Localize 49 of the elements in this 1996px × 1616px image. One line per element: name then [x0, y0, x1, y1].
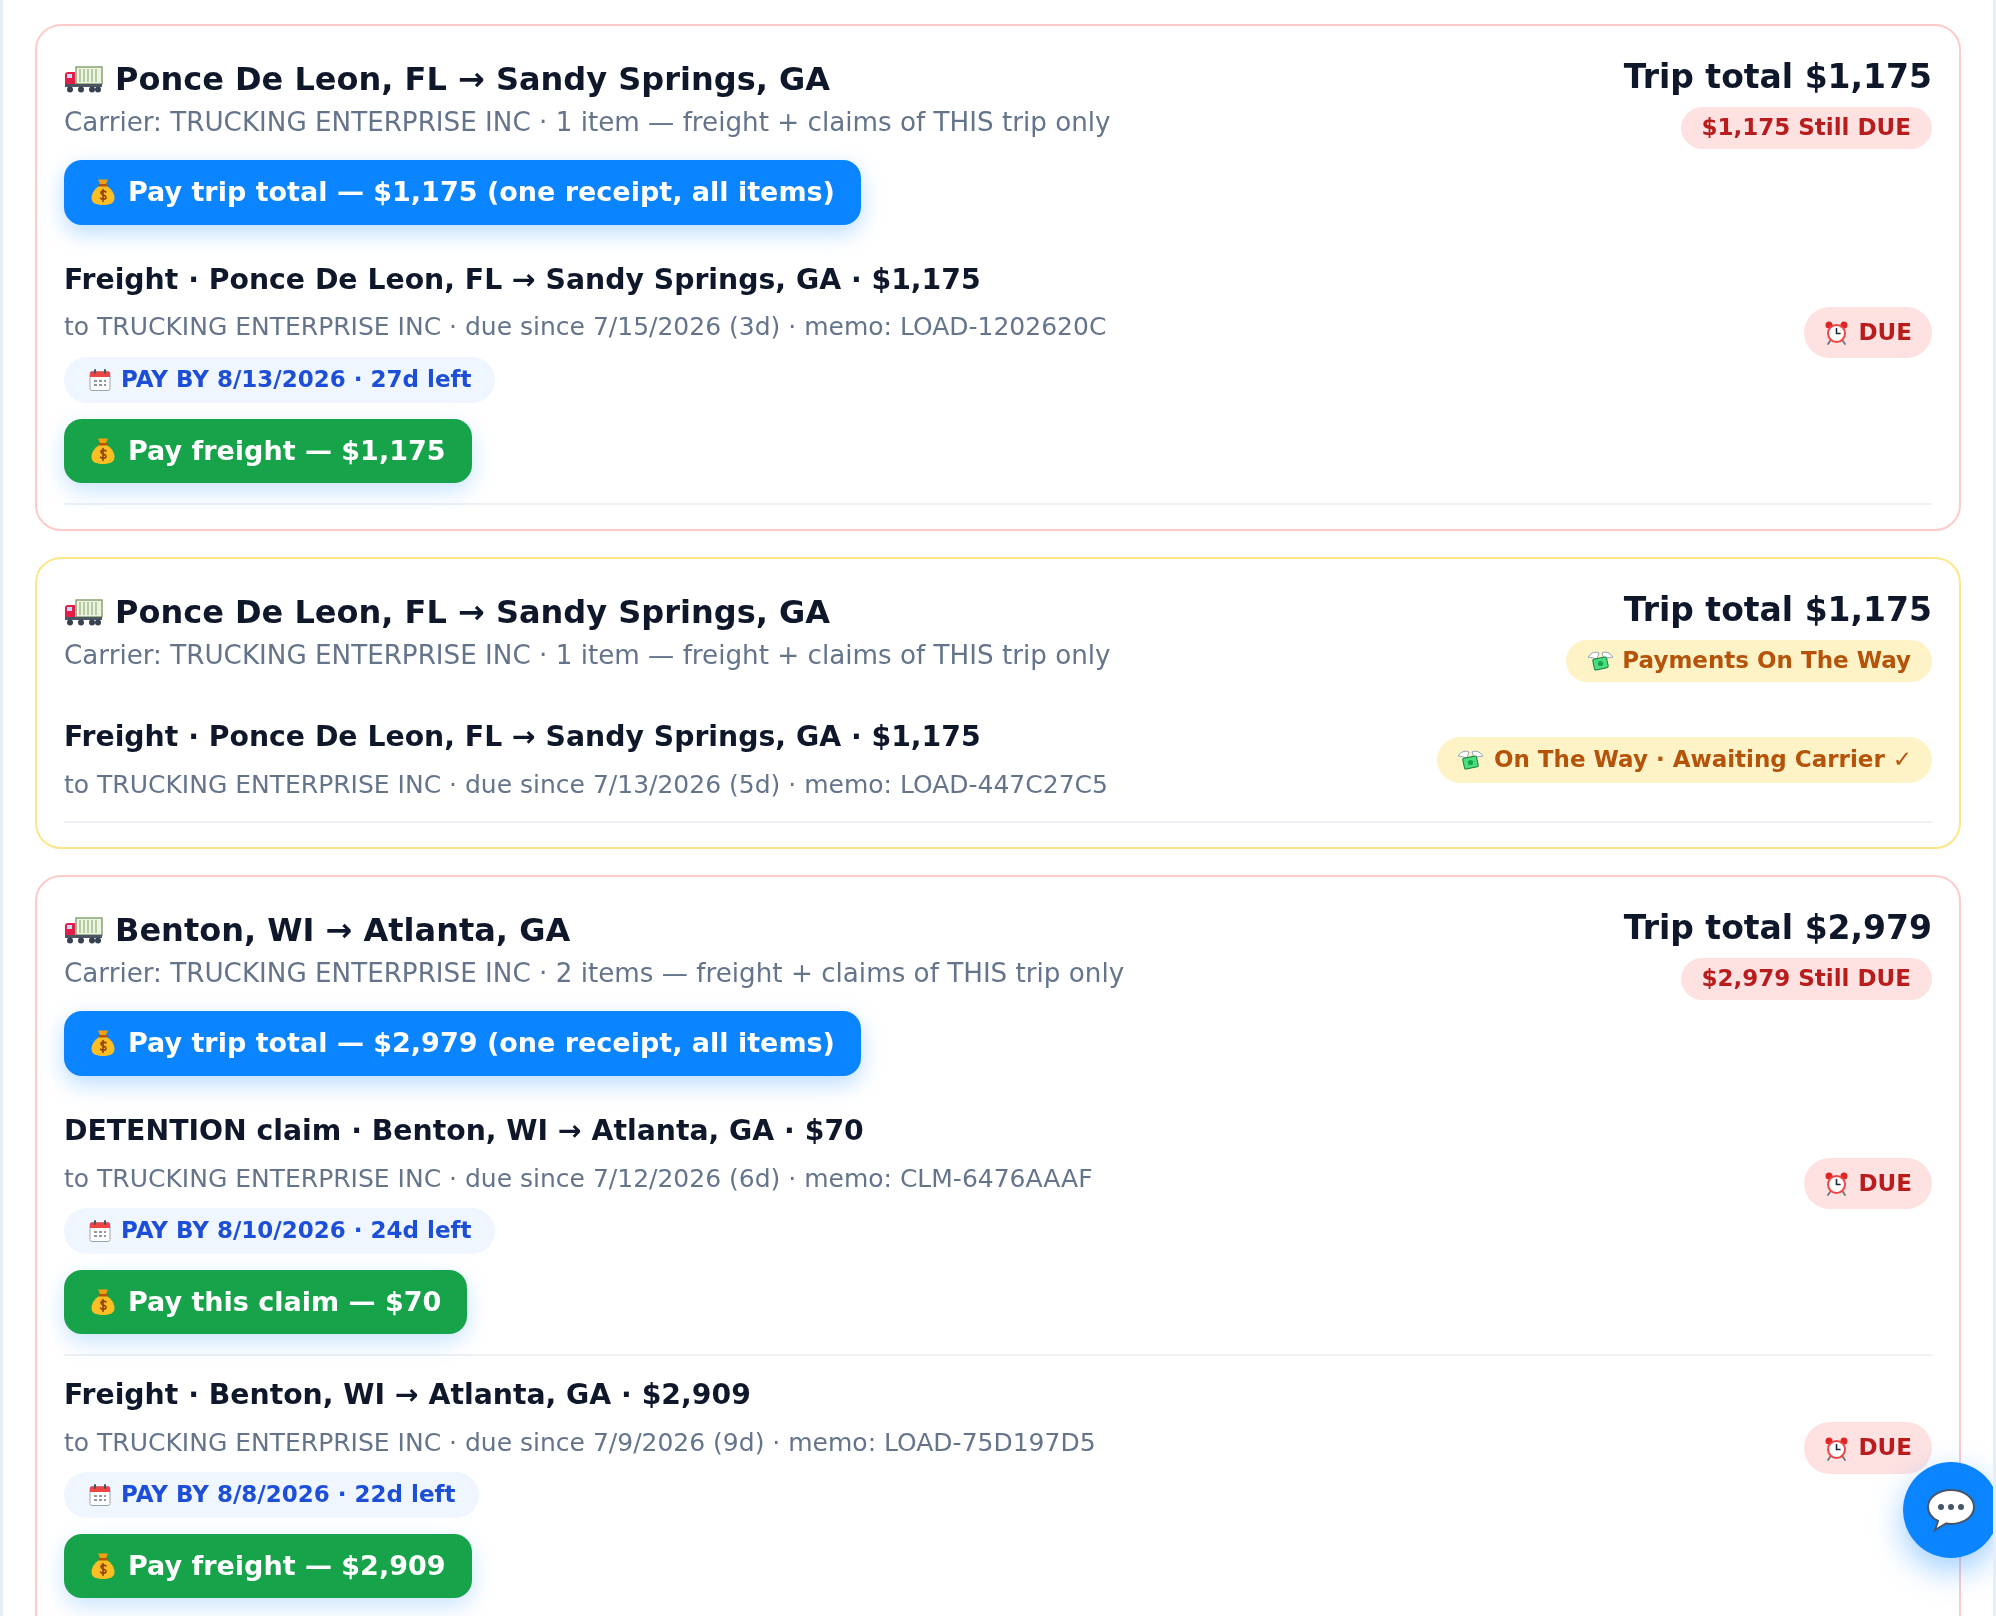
trip-subtitle: Carrier: TRUCKING ENTERPRISE INC · 1 item — freight + claims of THIS trip only — [64, 639, 1111, 673]
pay-item-button[interactable]: Pay this claim — $70 — [64, 1269, 468, 1334]
truck-icon — [64, 65, 103, 94]
truck-icon — [64, 916, 103, 945]
item-title: DETENTION claim · Benton, WI → Atlanta, GA · $70 — [64, 1113, 864, 1148]
money-with-wings-icon — [1587, 648, 1615, 673]
item-title: Freight · Benton, WI → Atlanta, GA · $2,909 — [64, 1378, 751, 1412]
pay-by-label: PAY BY 8/8/2026 · 22d left — [121, 1481, 456, 1510]
trip-route-title: Ponce De Leon, FL → Sandy Springs, GA — [115, 592, 831, 632]
money-with-wings-icon — [1456, 748, 1484, 773]
trip-subtitle: Carrier: TRUCKING ENTERPRISE INC · 2 items — freight + claims of THIS trip only — [64, 957, 1125, 991]
pay-item-button[interactable]: Pay freight — $2,909 — [64, 1534, 472, 1599]
item-details: to TRUCKING ENTERPRISE INC · due since 7/9/2026 (9d) · memo: LOAD-75D197D5 — [64, 1426, 1096, 1459]
calendar-icon — [88, 367, 112, 392]
status-label: DUE — [1858, 1434, 1912, 1462]
item-title: Freight · Ponce De Leon, FL → Sandy Springs, GA · $1,175 — [64, 719, 981, 754]
item-details: to TRUCKING ENTERPRISE INC · due since 7/15/2026 (3d) · memo: LOAD-1202620C — [64, 311, 1107, 344]
trip-total: Trip total $2,979 — [1623, 911, 1932, 944]
alarm-clock-icon — [1823, 1435, 1849, 1461]
status-label: DUE — [1858, 1169, 1912, 1198]
money-bag-icon — [90, 1552, 116, 1581]
pay-item-button[interactable]: Pay freight — $1,175 — [64, 418, 472, 483]
calendar-icon — [88, 1218, 112, 1243]
money-bag-icon — [90, 436, 116, 465]
item-details: to TRUCKING ENTERPRISE INC · due since 7/12/2026 (6d) · memo: CLM-6476AAAF — [64, 1162, 1093, 1195]
balance-label: Payments On The Way — [1622, 646, 1911, 675]
pay-trip-total-button[interactable]: Pay trip total — $2,979 (one receipt, all items) — [64, 1011, 861, 1076]
pay-trip-total-button[interactable]: Pay trip total — $1,175 (one receipt, all items) — [64, 160, 861, 225]
money-bag-icon — [90, 1029, 116, 1058]
money-bag-icon — [90, 178, 116, 207]
balance-badge: $1,175 Still DUE — [1680, 107, 1932, 149]
calendar-icon — [88, 1483, 112, 1508]
pay-by-label: PAY BY 8/10/2026 · 24d left — [121, 1217, 472, 1245]
money-bag-icon — [90, 1287, 116, 1316]
trip-total: Trip total $1,175 — [1623, 60, 1932, 93]
alarm-clock-icon — [1823, 320, 1849, 346]
chat-bubble-icon — [1925, 1487, 1977, 1533]
item-details: to TRUCKING ENTERPRISE INC · due since 7/13/2026 (5d) · memo: LOAD-447C27C5 — [64, 768, 1108, 801]
status-label: On The Way · Awaiting Carrier ✓ — [1493, 746, 1912, 775]
pay-by-label: PAY BY 8/13/2026 · 27d left — [121, 366, 472, 394]
item-title: Freight · Ponce De Leon, FL → Sandy Springs, GA · $1,175 — [64, 262, 981, 297]
trip-subtitle: Carrier: TRUCKING ENTERPRISE INC · 1 item — freight + claims of THIS trip only — [64, 106, 1111, 140]
trip-route-title: Ponce De Leon, FL → Sandy Springs, GA — [115, 60, 831, 99]
alarm-clock-icon — [1823, 1171, 1849, 1197]
trip-route-title: Benton, WI → Atlanta, GA — [115, 911, 571, 950]
trip-total: Trip total $1,175 — [1623, 592, 1932, 626]
truck-icon — [64, 598, 103, 627]
status-label: DUE — [1858, 318, 1912, 347]
balance-badge: $2,979 Still DUE — [1680, 958, 1932, 1000]
